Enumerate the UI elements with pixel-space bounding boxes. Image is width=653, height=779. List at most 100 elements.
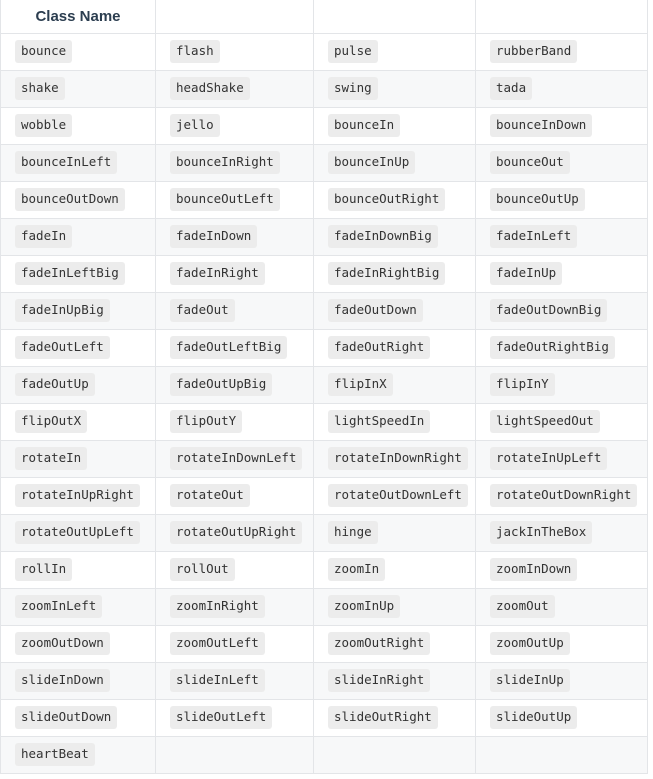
class-name-code-chip: heartBeat [15,743,95,766]
class-name-code-chip: slideInDown [15,669,110,692]
table-cell-class-name: bounceOutRight [313,180,476,219]
table-row: slideInDown slideInLeft slideInRight slideI… [0,661,648,700]
table-cell-class-name: wobble [0,106,156,145]
table-cell-class-name: fadeIn [0,217,156,256]
table-cell-class-name: fadeOutDown [313,291,476,330]
class-name-code-chip: slideOutLeft [170,706,273,729]
class-name-code-chip: swing [328,77,378,100]
table-cell-class-name: flipInY [475,365,648,404]
table-cell-class-name: lightSpeedOut [475,402,648,441]
table-cell-class-name: zoomIn [313,550,476,589]
table-cell-class-name: bounceOutUp [475,180,648,219]
class-name-code-chip: fadeOutUpBig [170,373,273,396]
table-cell-class-name: bounceInDown [475,106,648,145]
class-name-code-chip: flash [170,40,220,63]
table-cell-class-name: rollOut [155,550,314,589]
animation-class-name-table: Class Name bounce flash pulse rubberBand sha… [0,0,648,774]
table-cell-class-name: fadeInRightBig [313,254,476,293]
table-cell-class-name: rotateOutDownLeft [313,476,476,515]
table-cell-class-name: slideInDown [0,661,156,700]
class-name-code-chip: flipInX [328,373,393,396]
class-name-code-chip: zoomOutLeft [170,632,265,655]
class-name-code-chip: rotateOutUpRight [170,521,303,544]
class-name-code-chip: headShake [170,77,250,100]
table-cell-class-name: fadeInDownBig [313,217,476,256]
class-name-code-chip: rotateOutDownLeft [328,484,468,507]
table-cell-class-name: rotateInUpLeft [475,439,648,478]
class-name-code-chip: rotateInDownRight [328,447,468,470]
class-name-code-chip: zoomOut [490,595,555,618]
table-cell-class-name: zoomOutUp [475,624,648,663]
table-cell-class-name: rotateOutUpRight [155,513,314,552]
table-cell-class-name: rotateOutUpLeft [0,513,156,552]
class-name-code-chip: rotateOutDownRight [490,484,638,507]
table-cell-class-name: flipInX [313,365,476,404]
class-name-code-chip: fadeOut [170,299,235,322]
table-cell-class-name: fadeInLeft [475,217,648,256]
class-name-code-chip: rotateInUpLeft [490,447,608,470]
class-name-code-chip: lightSpeedOut [490,410,600,433]
table-cell-class-name: hinge [313,513,476,552]
class-name-code-chip: slideInRight [328,669,431,692]
class-name-code-chip: wobble [15,114,73,137]
table-row: fadeInLeftBig fadeInRight fadeInRightBig fa… [0,254,648,293]
table-cell-class-name: zoomOutRight [313,624,476,663]
class-name-code-chip: jello [170,114,220,137]
table-row: fadeInUpBig fadeOut fadeOutDown fadeOutDown… [0,291,648,330]
table-cell-class-name: bounceInRight [155,143,314,182]
class-name-code-chip: bounceOutLeft [170,188,280,211]
table-cell-class-name: bounce [0,32,156,71]
table-cell-class-name: slideOutDown [0,698,156,737]
table-cell-class-name: zoomInUp [313,587,476,626]
table-row: rotateInUpRight rotateOut rotateOutDownLef… [0,476,648,515]
class-name-code-chip: fadeOutLeft [15,336,110,359]
table-cell-class-name: bounceIn [313,106,476,145]
class-name-code-chip: rotateOutUpLeft [15,521,140,544]
table-cell-class-name: rotateInUpRight [0,476,156,515]
table-cell-class-name: bounceOutLeft [155,180,314,219]
class-name-code-chip: fadeOutDownBig [490,299,608,322]
table-row: zoomOutDown zoomOutLeft zoomOutRight zoomOu… [0,624,648,663]
table-cell-class-name: flipOutX [0,402,156,441]
table-cell-class-name: slideOutLeft [155,698,314,737]
class-name-code-chip: rotateInDownLeft [170,447,303,470]
column-header-2 [155,0,314,34]
table-cell-class-name: slideInUp [475,661,648,700]
table-cell-empty [475,735,648,774]
table-cell-class-name: zoomInRight [155,587,314,626]
table-row: wobble jello bounceIn bounceInDown [0,106,648,145]
class-name-code-chip: zoomIn [328,558,386,581]
table-cell-class-name: fadeInUpBig [0,291,156,330]
table-cell-class-name: zoomOutDown [0,624,156,663]
table-row: fadeOutLeft fadeOutLeftBig fadeOutRight fad… [0,328,648,367]
table-cell-empty [155,735,314,774]
class-name-code-chip: fadeOutUp [15,373,95,396]
column-header-4 [475,0,648,34]
table-cell-class-name: shake [0,69,156,108]
class-name-code-chip: bounceInRight [170,151,280,174]
class-name-code-chip: fadeOutLeftBig [170,336,288,359]
table-row: rollIn rollOut zoomIn zoomInDown [0,550,648,589]
table-cell-class-name: fadeInRight [155,254,314,293]
table-row: bounce flash pulse rubberBand [0,32,648,71]
table-cell-class-name: jello [155,106,314,145]
table-row: bounceInLeft bounceInRight bounceInUp bounc… [0,143,648,182]
class-name-code-chip: bounceInUp [328,151,416,174]
table-cell-class-name: rotateOut [155,476,314,515]
table-cell-class-name: rotateOutDownRight [475,476,648,515]
class-name-code-chip: flipInY [490,373,555,396]
table-cell-class-name: slideInLeft [155,661,314,700]
class-name-code-chip: zoomInUp [328,595,401,618]
table-cell-class-name: fadeOutRightBig [475,328,648,367]
class-name-code-chip: lightSpeedIn [328,410,431,433]
class-name-code-chip: slideOutDown [15,706,118,729]
class-name-code-chip: fadeInRightBig [328,262,446,285]
class-name-code-chip: fadeInUp [490,262,563,285]
table-cell-class-name: tada [475,69,648,108]
table-cell-class-name: fadeOutUpBig [155,365,314,404]
table-cell-class-name: rotateInDownLeft [155,439,314,478]
table-cell-class-name: pulse [313,32,476,71]
table-cell-class-name: slideInRight [313,661,476,700]
class-name-code-chip: bounceInLeft [15,151,118,174]
class-name-code-chip: bounceOut [490,151,570,174]
